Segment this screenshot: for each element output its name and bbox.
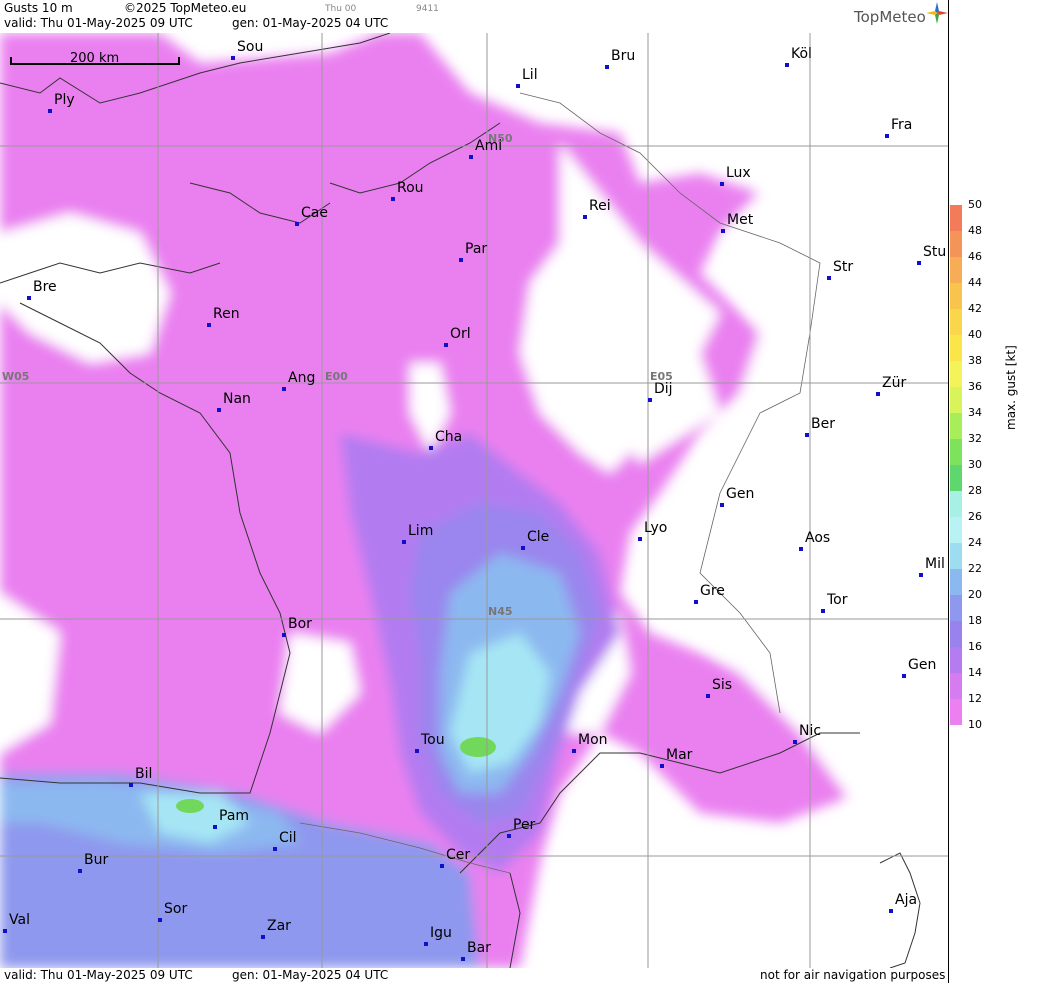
- product-title: Gusts 10 m: [4, 1, 73, 15]
- legend-color-cell: [950, 699, 962, 725]
- legend-tick-label: 32: [968, 432, 982, 445]
- gust-field-svg: [0, 33, 948, 968]
- scale-bar: 200 km: [10, 51, 180, 69]
- legend-tick-label: 44: [968, 276, 982, 289]
- legend-color-cell: [950, 231, 962, 257]
- legend-tick-label: 12: [968, 692, 982, 705]
- gust-map[interactable]: N50 N45 W05 E00 E05 200 km Sou Bru Köl L…: [0, 33, 948, 968]
- max-gust-spot-pyrenees: [176, 799, 204, 813]
- copyright-text: ©2025 TopMeteo.eu: [124, 1, 247, 15]
- legend-color-cell: [950, 413, 962, 439]
- legend-color-cell: [950, 465, 962, 491]
- generated-time: gen: 01-May-2025 04 UTC: [232, 16, 389, 30]
- legend-color-cell: [950, 647, 962, 673]
- run-code-small: 9411: [416, 4, 439, 14]
- footer-generated-time: gen: 01-May-2025 04 UTC: [232, 968, 389, 982]
- forecast-time-small: Thu 00: [325, 4, 357, 14]
- legend-tick-label: 14: [968, 666, 982, 679]
- legend-color-cell: [950, 439, 962, 465]
- legend-tick-label: 22: [968, 562, 982, 575]
- scale-label: 200 km: [70, 51, 120, 66]
- grid-label-e00: E00: [325, 370, 348, 383]
- compass-star-icon: [926, 2, 948, 24]
- color-legend: 50 48 46 44 42 40 38 36 34 32 30 28 26 24 22 20 18 16 14 12…: [950, 198, 1039, 731]
- legend-color-cell: [950, 569, 962, 595]
- legend-color-cell: [950, 621, 962, 647]
- legend-tick-label: 42: [968, 302, 982, 315]
- max-gust-spot-toulouse: [460, 737, 496, 757]
- legend-tick-label: 30: [968, 458, 982, 471]
- gust-shading: [0, 33, 948, 968]
- legend-tick-label: 26: [968, 510, 982, 523]
- legend-tick-label: 48: [968, 224, 982, 237]
- legend-title: max. gust [kt]: [1004, 345, 1018, 430]
- footer-valid-time: valid: Thu 01-May-2025 09 UTC: [4, 968, 193, 982]
- right-frame-line: [948, 0, 949, 983]
- legend-tick-label: 24: [968, 536, 982, 549]
- legend-color-cell: [950, 543, 962, 569]
- legend-color-cell: [950, 387, 962, 413]
- legend-tick-label: 18: [968, 614, 982, 627]
- valid-time: valid: Thu 01-May-2025 09 UTC: [4, 16, 193, 30]
- grid-label-w05: W05: [2, 370, 30, 383]
- topmeteo-logo[interactable]: TopMeteo: [854, 2, 948, 26]
- legend-color-cell: [950, 517, 962, 543]
- legend-tick-label: 20: [968, 588, 982, 601]
- legend-tick-label: 36: [968, 380, 982, 393]
- footer-disclaimer: not for air navigation purposes: [760, 968, 946, 982]
- legend-color-cell: [950, 309, 962, 335]
- legend-color-cell: [950, 257, 962, 283]
- legend-tick-label: 50: [968, 198, 982, 211]
- legend-tick-label: 40: [968, 328, 982, 341]
- legend-color-cell: [950, 491, 962, 517]
- legend-color-cell: [950, 283, 962, 309]
- legend-color-cell: [950, 205, 962, 231]
- legend-color-cell: [950, 335, 962, 361]
- legend-color-cell: [950, 673, 962, 699]
- legend-tick-label: 46: [968, 250, 982, 263]
- legend-tick-label: 16: [968, 640, 982, 653]
- legend-tick-label: 34: [968, 406, 982, 419]
- legend-tick-label: 10: [968, 718, 982, 731]
- legend-color-cell: [950, 595, 962, 621]
- legend-tick-label: 38: [968, 354, 982, 367]
- legend-color-cell: [950, 361, 962, 387]
- legend-tick-label: 28: [968, 484, 982, 497]
- grid-label-n45: N45: [488, 605, 513, 618]
- logo-text: TopMeteo: [854, 8, 926, 26]
